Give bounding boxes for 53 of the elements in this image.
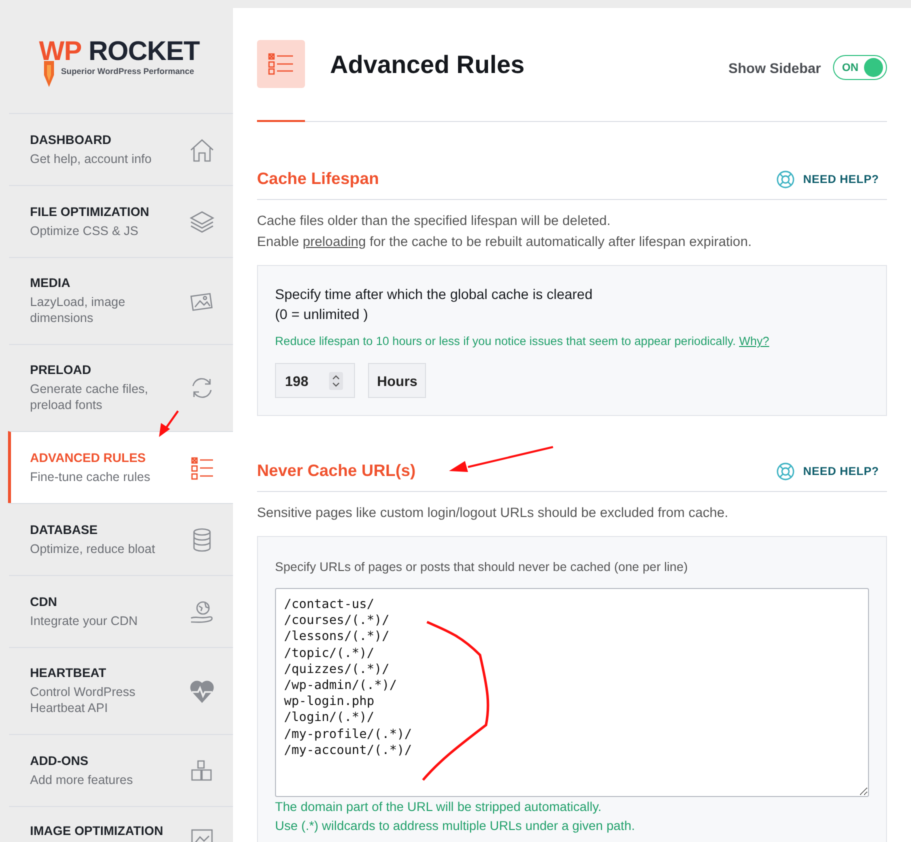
section-title: Cache Lifespan <box>257 170 379 189</box>
urls-textarea[interactable]: /contact-us/ /courses/(.*)/ /lessons/(.*)/ /topic/(.*)/ /quizzes/(.*)/ /wp-admin/(.*)/ wp-login.php /login/(.*)/ /my-profile/(.*)/ /my-account/(.*)/ <box>275 588 869 797</box>
field-label-note: (0 = unlimited ) <box>275 305 369 324</box>
heart-pulse-icon <box>189 678 215 704</box>
nav-title: MEDIA <box>30 276 72 290</box>
page-title: Advanced Rules <box>330 51 526 80</box>
preloading-link[interactable]: preloading <box>302 234 366 249</box>
need-help-link[interactable]: NEED HELP? <box>776 462 879 481</box>
annotation-arrow <box>159 410 179 437</box>
home-icon <box>189 136 215 162</box>
nav-subtitle: Control WordPress Heartbeat API <box>30 684 136 716</box>
field-label: Specify URLs of pages or posts that should never be cached (one per line) <box>275 560 689 574</box>
nav-item[interactable]: ADVANCED RULES Fine-tune cache rules <box>8 431 233 503</box>
field-note: Use (.*) wildcards to address multiple URLs under a given path. <box>275 817 636 835</box>
checklist-icon <box>268 53 294 75</box>
nav-title: PRELOAD <box>30 363 92 377</box>
globe-hand-icon <box>189 598 215 624</box>
section-title: Never Cache URL(s) <box>257 462 416 481</box>
nav-title: DASHBOARD <box>30 132 112 146</box>
show-sidebar-label: Show Sidebar <box>728 60 821 76</box>
nav-subtitle: Get help, account info <box>30 150 153 166</box>
nav-subtitle: Optimize, reduce bloat <box>30 540 156 556</box>
layers-icon <box>189 208 215 234</box>
nav-title: CDN <box>30 594 58 608</box>
lifebuoy-icon <box>776 462 796 481</box>
section-description: Enable preloading for the cache to be rebuilt automatically after lifespan expiration. <box>257 233 753 251</box>
nav-subtitle: Optimize CSS & JS <box>30 222 140 238</box>
lifespan-number-field[interactable]: 198 <box>275 363 355 398</box>
nav-subtitle: Fine-tune cache rules <box>30 468 152 484</box>
field-hint: Reduce lifespan to 10 hours or less if you notice issues that seem to appear periodically. Why? <box>275 334 770 348</box>
nav-subtitle: Integrate your CDN <box>30 612 139 628</box>
nav-title: FILE OPTIMIZATION <box>30 204 150 218</box>
field-label: Specify time after which the global cache is cleared <box>275 285 594 304</box>
section-description: Sensitive pages like custom login/logout URLs should be excluded from cache. <box>257 504 730 522</box>
need-help-link[interactable]: NEED HELP? <box>776 170 879 189</box>
nav-subtitle: LazyLoad, image dimensions <box>30 294 126 326</box>
nav-title: ADD-ONS <box>30 754 90 768</box>
logo-name: ROCKET <box>88 37 200 65</box>
section-description: Cache files older than the specified lifespan will be deleted. <box>257 212 612 230</box>
unit-label: Hours <box>368 363 426 398</box>
nav-subtitle: Generate cache files, preload fonts <box>30 381 150 413</box>
lifebuoy-icon <box>776 170 796 189</box>
checklist-icon <box>189 454 215 480</box>
logo-prefix: WP <box>39 37 82 65</box>
nav-subtitle: Add more features <box>30 772 134 788</box>
nav-title: DATABASE <box>30 522 99 536</box>
rocket-flame-icon <box>43 61 55 87</box>
nav-title: IMAGE OPTIMIZATION <box>30 824 164 839</box>
logo-tagline: Superior WordPress Performance <box>61 66 194 76</box>
stepper-icon <box>329 372 343 390</box>
nav-title: HEARTBEAT <box>30 666 108 680</box>
field-note: The domain part of the URL will be stripped automatically. <box>275 798 602 816</box>
nav-title: ADVANCED RULES <box>30 450 147 464</box>
